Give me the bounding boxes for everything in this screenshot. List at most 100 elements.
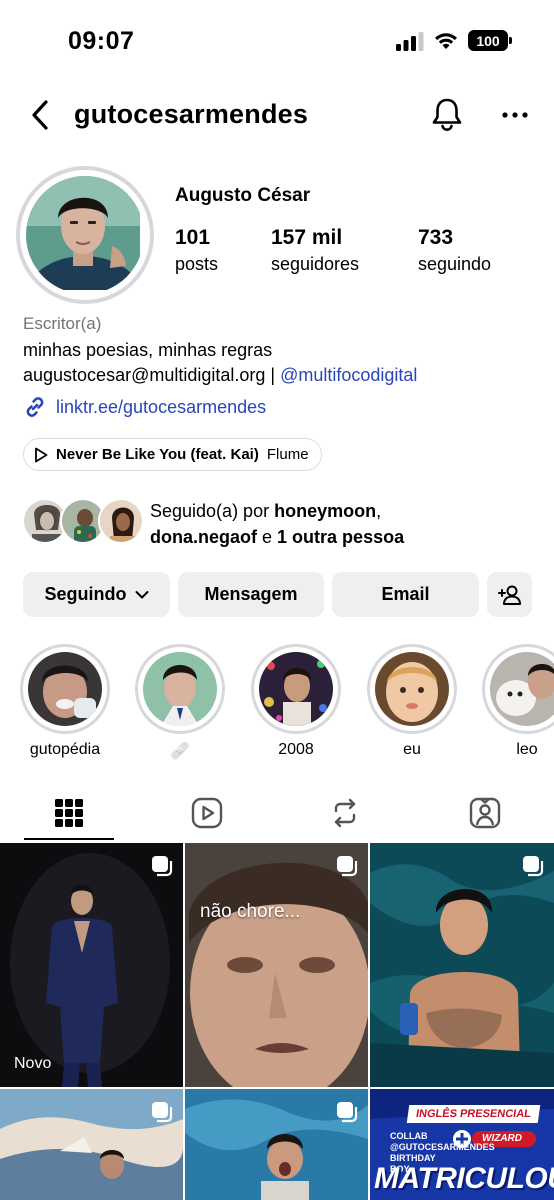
tagged-icon (469, 797, 501, 829)
music-title: Never Be Like You (feat. Kai) (56, 446, 259, 463)
active-tab-indicator (24, 838, 114, 840)
stat-posts-value: 101 (175, 226, 211, 249)
highlight-item[interactable]: eu (367, 644, 457, 759)
bio-mention[interactable]: @multifocodigital (280, 365, 417, 385)
stat-following[interactable]: 733 seguindo (418, 226, 491, 275)
multi-post-icon (523, 856, 544, 877)
signal-icon (396, 31, 424, 51)
bio-text: minhas poesias, minhas regras (23, 340, 273, 360)
highlight-cover (28, 652, 102, 726)
stat-followers-value: 157 mil (271, 226, 343, 249)
highlight-label: leo (516, 741, 538, 758)
battery-icon: 100 (468, 30, 512, 51)
followed-by-user-2[interactable]: dona.negaof (150, 527, 257, 547)
highlight-ring (20, 644, 110, 734)
email-button[interactable]: Email (332, 572, 479, 617)
highlight-item[interactable]: 2008 (251, 644, 341, 759)
stat-posts[interactable]: 101 posts (175, 226, 218, 275)
stat-following-value: 733 (418, 226, 454, 249)
ad-brand: WIZARD (482, 1133, 522, 1144)
chevron-down-icon (135, 590, 148, 598)
bio-email[interactable]: augustocesar@multidigital.org | (23, 365, 275, 385)
status-icons: 100 (396, 30, 512, 51)
profile-tabs (0, 786, 554, 842)
stat-followers-label: seguidores (271, 254, 360, 274)
grid-post[interactable] (0, 1089, 183, 1200)
tab-posts-grid[interactable] (24, 786, 114, 840)
battery-level: 100 (476, 32, 500, 49)
tab-reposts[interactable] (300, 786, 390, 840)
followed-by-row[interactable]: Seguido(a) por honeymoon, dona.negaof e … (22, 498, 542, 548)
ad-header: INGLÊS PRESENCIAL (406, 1105, 541, 1123)
grid-post[interactable]: não chore... (185, 843, 368, 1087)
bio-link[interactable]: linktr.ee/gutocesarmendes (22, 394, 266, 420)
message-button-label: Mensagem (204, 584, 298, 604)
multi-post-icon (337, 856, 358, 877)
post-caption: Novo (14, 1055, 52, 1072)
highlight-label: eu (403, 741, 421, 758)
more-options-button[interactable] (498, 100, 532, 130)
tab-reels[interactable] (162, 786, 252, 840)
highlight-ring (251, 644, 341, 734)
multi-post-icon (337, 1102, 358, 1123)
multi-post-icon (152, 1102, 173, 1123)
grid-post-ad[interactable]: INGLÊS PRESENCIAL COLLAB @GUTOCESARMENDE… (370, 1089, 554, 1200)
status-time: 09:07 (68, 27, 135, 55)
bio-link-text: linktr.ee/gutocesarmendes (56, 396, 267, 417)
bio-contact-line: augustocesar@multidigital.org | @multifo… (23, 365, 417, 386)
highlight-cover (143, 652, 217, 726)
notifications-button[interactable] (430, 96, 464, 132)
following-button[interactable]: Seguindo (23, 572, 170, 617)
back-button[interactable] (26, 98, 54, 132)
grid-icon (55, 799, 83, 827)
followed-by-and: e (262, 527, 273, 547)
highlight-label: gutopédia (29, 741, 101, 758)
reels-icon (191, 797, 223, 829)
highlight-cover (259, 652, 333, 726)
highlight-label: 🩹 (170, 743, 190, 760)
stat-followers[interactable]: 157 mil seguidores (271, 226, 359, 275)
profile-category: Escritor(a) (23, 314, 102, 333)
highlight-label: 2008 (278, 741, 314, 758)
highlight-cover (375, 652, 449, 726)
back-icon (32, 100, 48, 130)
reposts-icon (334, 798, 356, 828)
profile-avatar[interactable] (16, 166, 154, 304)
multi-post-icon (152, 856, 173, 877)
highlight-item[interactable]: leo (482, 644, 554, 759)
posts-grid: Novo não chore... INGLÊS PRESENCIAL COLL… (0, 843, 554, 1200)
music-pill[interactable]: Never Be Like You (feat. Kai) Flume (23, 438, 322, 471)
followed-by-user-1[interactable]: honeymoon (274, 501, 376, 521)
following-button-label: Seguindo (44, 584, 127, 604)
more-icon (502, 112, 528, 118)
followed-by-prefix: Seguido(a) por (150, 501, 270, 521)
profile-header: gutocesarmendes (0, 90, 554, 140)
ad-title: MATRICULOU? (374, 1162, 554, 1195)
stat-posts-label: posts (175, 254, 219, 274)
email-button-label: Email (381, 584, 430, 604)
grid-post[interactable] (370, 843, 554, 1087)
status-bar: 09:07 100 (0, 0, 554, 84)
followed-by-others[interactable]: 1 outra pessoa (277, 527, 404, 547)
post-caption: não chore... (200, 901, 301, 922)
followed-by-comma: , (376, 501, 382, 521)
highlight-cover (490, 652, 554, 726)
highlight-ring (367, 644, 457, 734)
suggest-people-button[interactable] (487, 572, 532, 617)
grid-post[interactable] (185, 1089, 368, 1200)
display-name: Augusto César (175, 185, 311, 206)
message-button[interactable]: Mensagem (178, 572, 324, 617)
bell-icon (432, 98, 462, 131)
play-icon (35, 447, 48, 462)
link-icon (26, 397, 44, 417)
add-person-icon (497, 585, 521, 605)
highlight-item[interactable]: 🩹 (135, 644, 225, 761)
stat-following-label: seguindo (418, 254, 492, 274)
highlight-ring (482, 644, 554, 734)
music-artist: Flume (266, 446, 309, 463)
tab-tagged[interactable] (440, 786, 530, 840)
highlight-ring (135, 644, 225, 734)
wifi-icon (435, 32, 457, 49)
highlight-item[interactable]: gutopédia (20, 644, 110, 759)
grid-post[interactable]: Novo (0, 843, 183, 1087)
